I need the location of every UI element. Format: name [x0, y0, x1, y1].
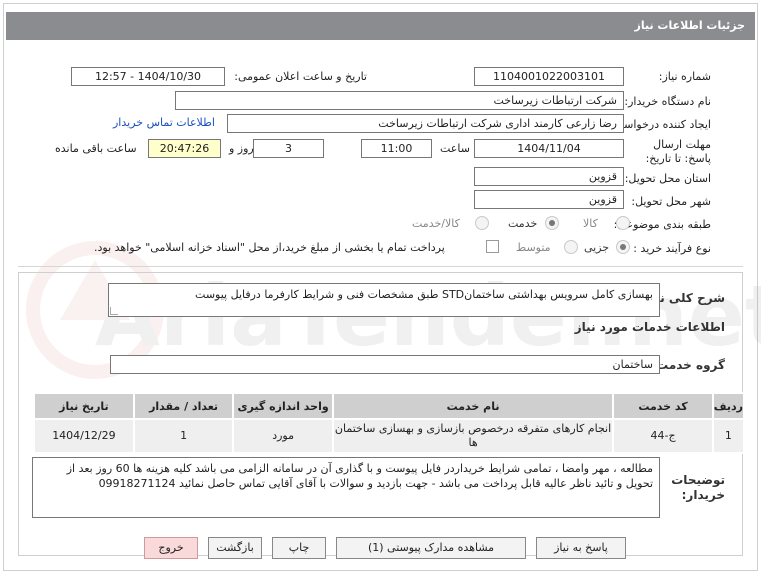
radio-goods-service[interactable]	[475, 216, 489, 230]
cell-code: ج-44	[612, 418, 714, 454]
table-row: 1 ج-44 انجام کارهای متفرقه درخصوص بازساز…	[33, 418, 746, 454]
view-docs-button[interactable]: مشاهده مدارک پیوستی (1)	[336, 537, 526, 559]
buyer-notes-textarea[interactable]: مطالعه ، مهر وامضا ، تمامی شرایط خریدارد…	[32, 457, 660, 518]
deadline-date-field: 1404/11/04	[474, 139, 624, 158]
col-code: کد خدمت	[612, 392, 714, 420]
col-date: تاریخ نیاز	[33, 392, 135, 420]
col-unit: واحد اندازه گیری	[232, 392, 334, 420]
radio-goods[interactable]	[616, 216, 630, 230]
remaining-label: ساعت باقی مانده	[55, 142, 137, 155]
exit-button[interactable]: خروج	[144, 537, 198, 559]
buyer-org-field: شرکت ارتباطات زیرساخت	[175, 91, 624, 110]
buyer-org-label: نام دستگاه خریدار:	[624, 95, 711, 108]
days-field: 3	[253, 139, 324, 158]
announce-label: تاریخ و ساعت اعلان عمومی:	[234, 70, 367, 83]
radio-goods-service-label: کالا/خدمت	[412, 217, 460, 230]
remaining-time-field: 20:47:26	[148, 139, 221, 158]
description-text: بهسازی کامل سرویس بهداشتی ساختمانSTD طبق…	[195, 288, 653, 301]
description-textarea[interactable]: بهسازی کامل سرویس بهداشتی ساختمانSTD طبق…	[108, 283, 660, 317]
cell-name: انجام کارهای متفرقه درخصوص بازسازی و بهس…	[331, 418, 615, 454]
need-number-label: شماره نیاز:	[658, 70, 711, 83]
cell-qty: 1	[132, 418, 235, 454]
page-title: جزئیات اطلاعات نیاز	[6, 12, 755, 40]
cell-row: 1	[711, 418, 746, 454]
deadline-label: مهلت ارسال پاسخ: تا تاریخ:	[645, 138, 711, 165]
services-table: ردیف کد خدمت نام خدمت واحد اندازه گیری ت…	[33, 392, 746, 454]
announce-date-field: 1404/10/30 - 12:57	[71, 67, 225, 86]
resize-grip[interactable]	[110, 307, 118, 315]
col-name: نام خدمت	[331, 392, 615, 420]
reply-button[interactable]: پاسخ به نیاز	[536, 537, 626, 559]
cell-unit: مورد	[232, 418, 334, 454]
radio-goods-label: کالا	[583, 217, 598, 230]
city-field: قزوین	[474, 190, 624, 209]
col-row: ردیف	[711, 392, 746, 420]
col-qty: تعداد / مقدار	[132, 392, 235, 420]
buyer-contact-link[interactable]: اطلاعات تماس خریدار	[113, 116, 215, 129]
days-label: روز و	[229, 142, 254, 155]
buyer-notes-text: مطالعه ، مهر وامضا ، تمامی شرایط خریدارد…	[66, 462, 653, 490]
requester-label: ایجاد کننده درخواست:	[609, 118, 711, 131]
radio-service[interactable]	[545, 216, 559, 230]
province-label: استان محل تحویل:	[624, 172, 711, 185]
print-button[interactable]: چاپ	[272, 537, 326, 559]
divider	[18, 266, 743, 267]
services-section-title: اطلاعات خدمات مورد نیاز	[574, 320, 725, 334]
service-group-label: گروه خدمت:	[651, 358, 725, 372]
radio-service-label: خدمت	[508, 217, 538, 230]
province-field: قزوین	[474, 167, 624, 186]
table-header-row: ردیف کد خدمت نام خدمت واحد اندازه گیری ت…	[33, 392, 746, 420]
time-label: ساعت	[440, 142, 470, 155]
process-label: نوع فرآیند خرید :	[633, 242, 711, 255]
back-button[interactable]: بازگشت	[208, 537, 262, 559]
treasury-checkbox[interactable]	[486, 240, 499, 253]
service-group-field: ساختمان	[110, 355, 660, 374]
radio-minor-label: جزیی	[584, 241, 610, 254]
city-label: شهر محل تحویل:	[631, 195, 711, 208]
cell-date: 1404/12/29	[33, 418, 135, 454]
radio-minor[interactable]	[616, 240, 630, 254]
radio-medium-label: متوسط	[516, 241, 551, 254]
buyer-notes-label: توضیحات خریدار:	[671, 473, 725, 502]
requester-field: رضا زارعی کارمند اداری شرکت ارتباطات زیر…	[227, 114, 624, 133]
need-number-field: 1104001022003101	[474, 67, 624, 86]
radio-medium[interactable]	[564, 240, 578, 254]
deadline-time-field: 11:00	[361, 139, 432, 158]
payment-note: پرداخت تمام یا بخشی از مبلغ خرید،از محل …	[94, 241, 445, 254]
